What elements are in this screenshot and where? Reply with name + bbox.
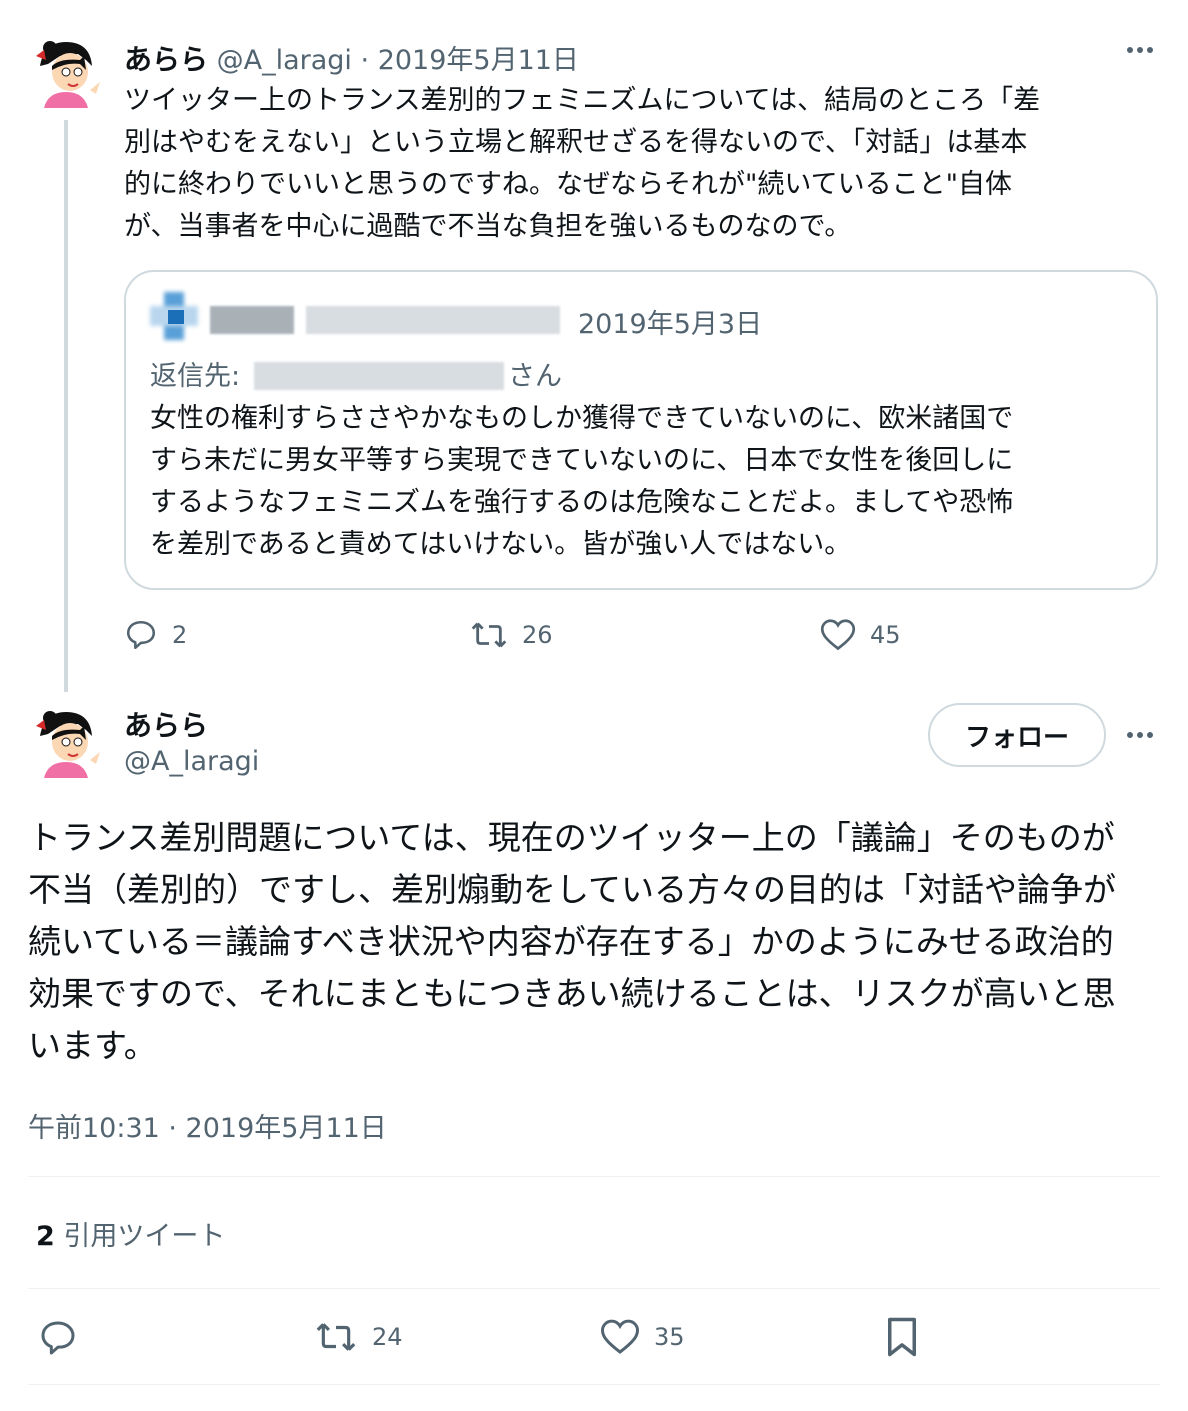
divider (28, 1384, 1160, 1385)
bookmark-icon (888, 1317, 916, 1357)
quoted-avatar-blurred (150, 292, 198, 340)
follow-button[interactable]: フォロー (928, 703, 1106, 767)
thread-line (64, 120, 68, 692)
reply-to: 返信先: (150, 354, 240, 393)
reply-count: 2 (172, 621, 188, 649)
quoted-date: 2019年5月3日 (578, 309, 763, 340)
retweet-icon (316, 1323, 356, 1351)
display-name[interactable]: あらら (124, 43, 208, 76)
divider (28, 1288, 1160, 1289)
quoted-text: 女性の権利すらささやかなものしか獲得できていないのに、欧米諸国で すら未だに男女… (150, 403, 1014, 560)
post-date[interactable]: 2019年5月11日 (378, 45, 579, 76)
retweet-icon (471, 622, 507, 648)
like-button[interactable]: 45 (820, 618, 901, 652)
quote-count-link[interactable]: 2 引用ツイート (36, 1214, 225, 1253)
handle[interactable]: @A_laragi (124, 746, 259, 777)
avatar[interactable] (30, 36, 102, 108)
retweet-button[interactable]: 26 (470, 618, 553, 652)
retweet-count: 24 (372, 1323, 403, 1351)
post-text: ツイッター上のトランス差別的フェミニズムについては、結局のところ「差 別はやむを… (124, 85, 1041, 242)
retweet-count: 26 (522, 621, 553, 649)
reply-button[interactable]: 2 (124, 618, 187, 652)
quote-label: 引用ツイート (63, 1221, 226, 1252)
reply-icon (41, 1321, 75, 1355)
like-count: 45 (870, 621, 901, 649)
reply-to-suffix: さん (508, 361, 562, 392)
display-name[interactable]: あらら (124, 704, 208, 744)
reply-to-blurred (254, 362, 504, 390)
reply-icon (126, 620, 156, 650)
handle[interactable]: @A_laragi (217, 45, 352, 76)
heart-icon (820, 619, 856, 651)
like-button[interactable]: 35 (600, 1318, 685, 1356)
more-icon[interactable] (1124, 719, 1156, 759)
bookmark-button[interactable] (884, 1316, 920, 1358)
quoted-handle-blurred (306, 306, 560, 334)
quote-count: 2 (36, 1221, 55, 1252)
post-header: あらら @A_laragi · 2019年5月11日 (124, 43, 579, 76)
heart-icon (600, 1319, 640, 1354)
reply-to-label: 返信先: (150, 361, 241, 392)
quoted-name-blurred (210, 306, 294, 334)
retweet-button[interactable]: 24 (314, 1318, 403, 1356)
divider (28, 1176, 1160, 1177)
like-count: 35 (654, 1323, 685, 1351)
post-timestamp[interactable]: 午前10:31 · 2019年5月11日 (28, 1106, 387, 1145)
more-icon[interactable] (1124, 34, 1156, 74)
reply-button[interactable] (38, 1318, 78, 1358)
avatar[interactable] (30, 706, 102, 778)
main-post-text: トランス差別問題については、現在のツイッター上の「議論」そのものが 不当（差別的… (28, 818, 1117, 1065)
